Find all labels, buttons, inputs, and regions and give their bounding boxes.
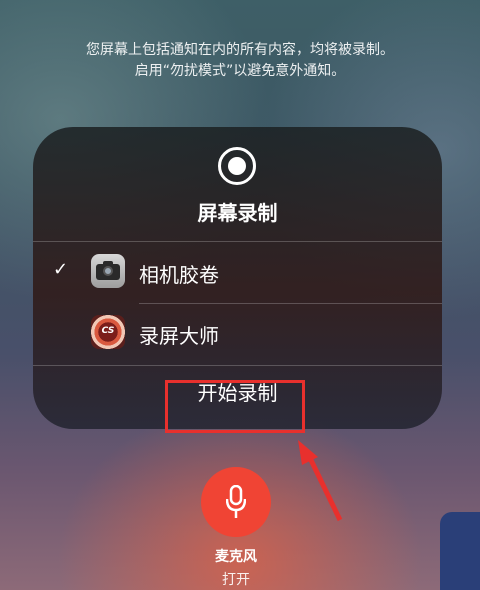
microphone-status: 打开 bbox=[222, 572, 250, 588]
microphone-icon bbox=[226, 485, 246, 518]
microphone-toggle-button[interactable] bbox=[201, 467, 271, 537]
microphone-label: 麦克风 bbox=[215, 549, 257, 565]
